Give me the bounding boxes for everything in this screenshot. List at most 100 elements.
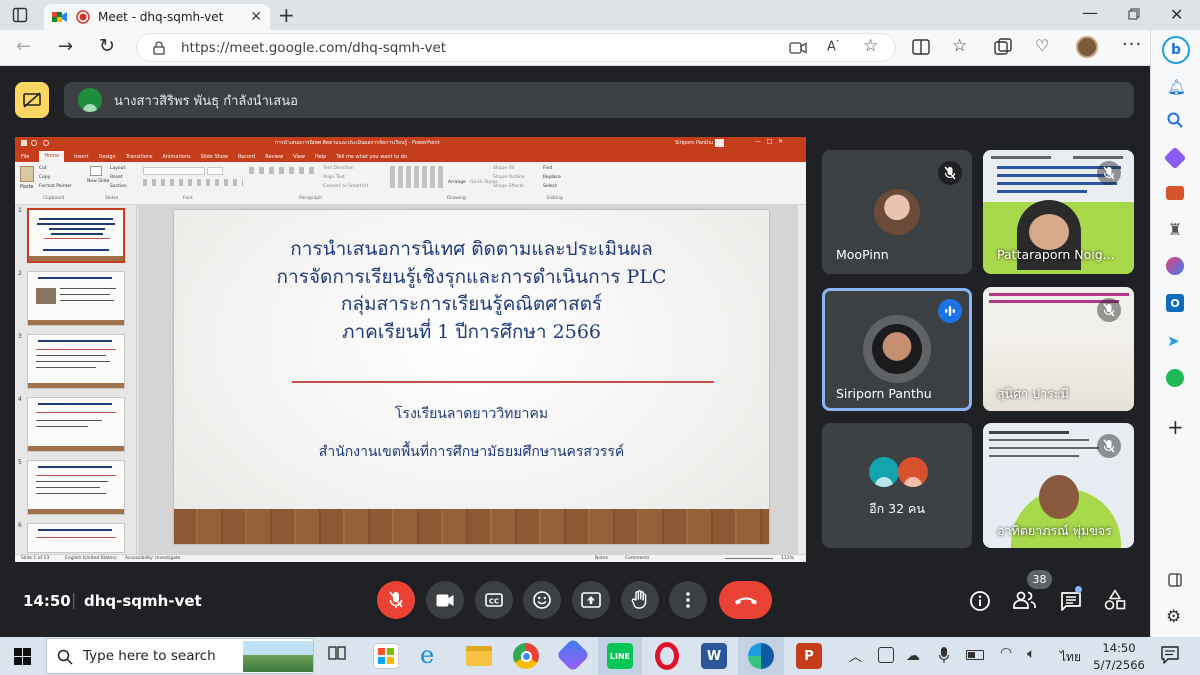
- slide-thumbnail-6[interactable]: [27, 523, 125, 553]
- slide-thumbnail-3[interactable]: [27, 334, 125, 389]
- ppt-window-title: การนำเสนอการนิเทศ ติดตามและประเมินผลการจ…: [275, 140, 440, 146]
- chat-notification-dot: [1075, 586, 1082, 593]
- file-explorer-icon[interactable]: [466, 646, 492, 666]
- word-icon[interactable]: W: [701, 643, 727, 669]
- tell-me-box: Tell me what you want to do: [336, 154, 407, 160]
- others-tile[interactable]: อีก 32 คน: [822, 423, 972, 548]
- volume-icon[interactable]: 🔈︎: [1027, 646, 1035, 662]
- leave-call-button[interactable]: [719, 581, 772, 619]
- hide-sidebar-icon[interactable]: [1168, 573, 1182, 587]
- chat-icon[interactable]: [1060, 591, 1082, 611]
- restore-icon[interactable]: [1128, 8, 1140, 20]
- slide-thumbnail-1[interactable]: [27, 208, 125, 263]
- favorite-star-icon[interactable]: ☆: [863, 36, 878, 56]
- participant-tile-moopinn[interactable]: MooPinn: [822, 150, 972, 274]
- slide-title-line: การนำเสนอการนิเทศ ติดตามและประเมินผล: [290, 238, 653, 260]
- spotify-icon[interactable]: [1166, 369, 1184, 387]
- wifi-icon[interactable]: ◠: [1000, 645, 1012, 661]
- sidebar-search-icon[interactable]: [1167, 112, 1183, 128]
- battery-icon[interactable]: [966, 650, 984, 660]
- slide-canvas[interactable]: การนำเสนอการนิเทศ ติดตามและประเมินผล การ…: [174, 210, 769, 544]
- close-window-icon[interactable]: ✕: [1170, 5, 1183, 24]
- raise-hand-button[interactable]: [621, 581, 659, 619]
- reload-icon[interactable]: ↻: [99, 35, 115, 57]
- participant-tile-athitaya[interactable]: อาทิตยาภรณ์ พุ่มขจร: [983, 423, 1134, 548]
- onedrive-icon[interactable]: ☁: [906, 648, 920, 664]
- address-bar[interactable]: https://meet.google.com/dhq-sqmh-vet Aᐩ …: [136, 33, 896, 62]
- camera-tray-icon[interactable]: [878, 647, 894, 663]
- muted-mic-icon: [938, 161, 962, 185]
- sidebar-settings-icon[interactable]: ⚙: [1166, 607, 1181, 627]
- games-icon[interactable]: ♜: [1168, 220, 1182, 239]
- microphone-tray-icon[interactable]: [939, 647, 949, 664]
- outlook-icon[interactable]: O: [1166, 294, 1184, 312]
- meeting-details-icon[interactable]: [969, 590, 991, 612]
- taskbar-clock[interactable]: 14:50 5/7/2566: [1090, 640, 1148, 674]
- participant-name: MooPinn: [836, 247, 889, 262]
- shopping-tag-icon[interactable]: [1163, 146, 1187, 170]
- ribbon-tabs: File Home Insert Design Transitions Anim…: [15, 150, 806, 162]
- minimize-icon[interactable]: —: [1082, 3, 1098, 22]
- tab-close-icon[interactable]: ✕: [250, 9, 262, 25]
- slide-scrollbar[interactable]: [798, 205, 806, 554]
- show-hidden-icons-icon[interactable]: ︿: [849, 646, 862, 665]
- store-icon[interactable]: [373, 643, 399, 669]
- collections-icon[interactable]: [994, 38, 1012, 56]
- avatar: [872, 324, 922, 374]
- slide-thumbnail-5[interactable]: [27, 460, 125, 515]
- tools-icon[interactable]: [1166, 186, 1184, 200]
- present-button[interactable]: [572, 581, 610, 619]
- edge-taskbar-button[interactable]: [738, 637, 784, 675]
- more-menu-icon[interactable]: ···: [1122, 34, 1142, 55]
- back-icon[interactable]: ←: [16, 36, 31, 57]
- browser-toolbar: ← → ↻ https://meet.google.com/dhq-sqmh-v…: [0, 30, 1200, 66]
- ribbon-tab: Insert: [74, 154, 89, 160]
- slide-thumbnail-2[interactable]: [27, 271, 125, 326]
- line-taskbar-button[interactable]: LINE: [598, 637, 642, 675]
- notification-center-icon[interactable]: [1161, 646, 1179, 664]
- read-aloud-icon[interactable]: Aᐩ: [827, 38, 839, 54]
- tab-meet[interactable]: Meet - dhq-sqmh-vet ✕: [44, 4, 270, 30]
- lock-icon: [153, 41, 165, 55]
- add-sidebar-app-icon[interactable]: +: [1167, 415, 1184, 439]
- task-view-icon[interactable]: [327, 643, 347, 663]
- bing-copilot-icon[interactable]: b: [1162, 36, 1190, 64]
- powerpoint-icon[interactable]: P: [796, 643, 822, 669]
- mic-toggle-button[interactable]: [377, 581, 415, 619]
- mic-off-icon: [389, 591, 403, 608]
- notifications-icon[interactable]: 🔔︎: [1167, 78, 1186, 96]
- microsoft-365-icon[interactable]: [1166, 257, 1184, 275]
- split-screen-icon[interactable]: [912, 39, 930, 55]
- participant-tile-siriporn[interactable]: Siriporn Panthu: [822, 288, 972, 411]
- camera-permission-icon[interactable]: [789, 42, 807, 54]
- slide-thumbnail-4[interactable]: [27, 397, 125, 452]
- redo-icon: [43, 140, 49, 146]
- captions-button[interactable]: CC: [475, 581, 513, 619]
- drop-icon[interactable]: ➤: [1167, 332, 1180, 350]
- copilot-icon[interactable]: [556, 638, 590, 672]
- camera-toggle-button[interactable]: [426, 581, 464, 619]
- people-icon[interactable]: [1013, 591, 1037, 609]
- input-language[interactable]: ไทย: [1060, 648, 1081, 667]
- participant-tile-sunisa[interactable]: สุนิศา ปาระมี: [983, 287, 1134, 411]
- windows-start-icon[interactable]: [14, 648, 31, 665]
- forward-icon[interactable]: →: [58, 36, 73, 57]
- favorites-icon[interactable]: ☆: [952, 36, 967, 56]
- activities-icon[interactable]: [1104, 589, 1126, 611]
- shared-screen-powerpoint: การนำเสนอการนิเทศ ติดตามและประเมินผลการจ…: [15, 137, 806, 562]
- browser-tab-bar: Meet - dhq-sqmh-vet ✕ + — ✕: [0, 0, 1200, 30]
- opera-icon[interactable]: [655, 642, 679, 670]
- profile-avatar[interactable]: [1076, 36, 1098, 58]
- captions-icon: CC: [485, 593, 503, 607]
- stop-presenting-icon[interactable]: [15, 82, 49, 118]
- browser-essentials-icon[interactable]: ♡: [1035, 36, 1049, 55]
- font-name-box: [143, 167, 205, 175]
- more-options-button[interactable]: [669, 581, 707, 619]
- participant-tile-pattaraporn[interactable]: Pattaraporn Noig...: [983, 150, 1134, 274]
- taskbar-search-box[interactable]: Type here to search: [46, 638, 314, 674]
- edge-legacy-icon[interactable]: e: [420, 641, 434, 669]
- new-tab-icon[interactable]: +: [278, 3, 295, 27]
- chrome-icon[interactable]: [513, 643, 539, 669]
- tab-actions-icon[interactable]: [12, 7, 28, 23]
- reactions-button[interactable]: [523, 581, 561, 619]
